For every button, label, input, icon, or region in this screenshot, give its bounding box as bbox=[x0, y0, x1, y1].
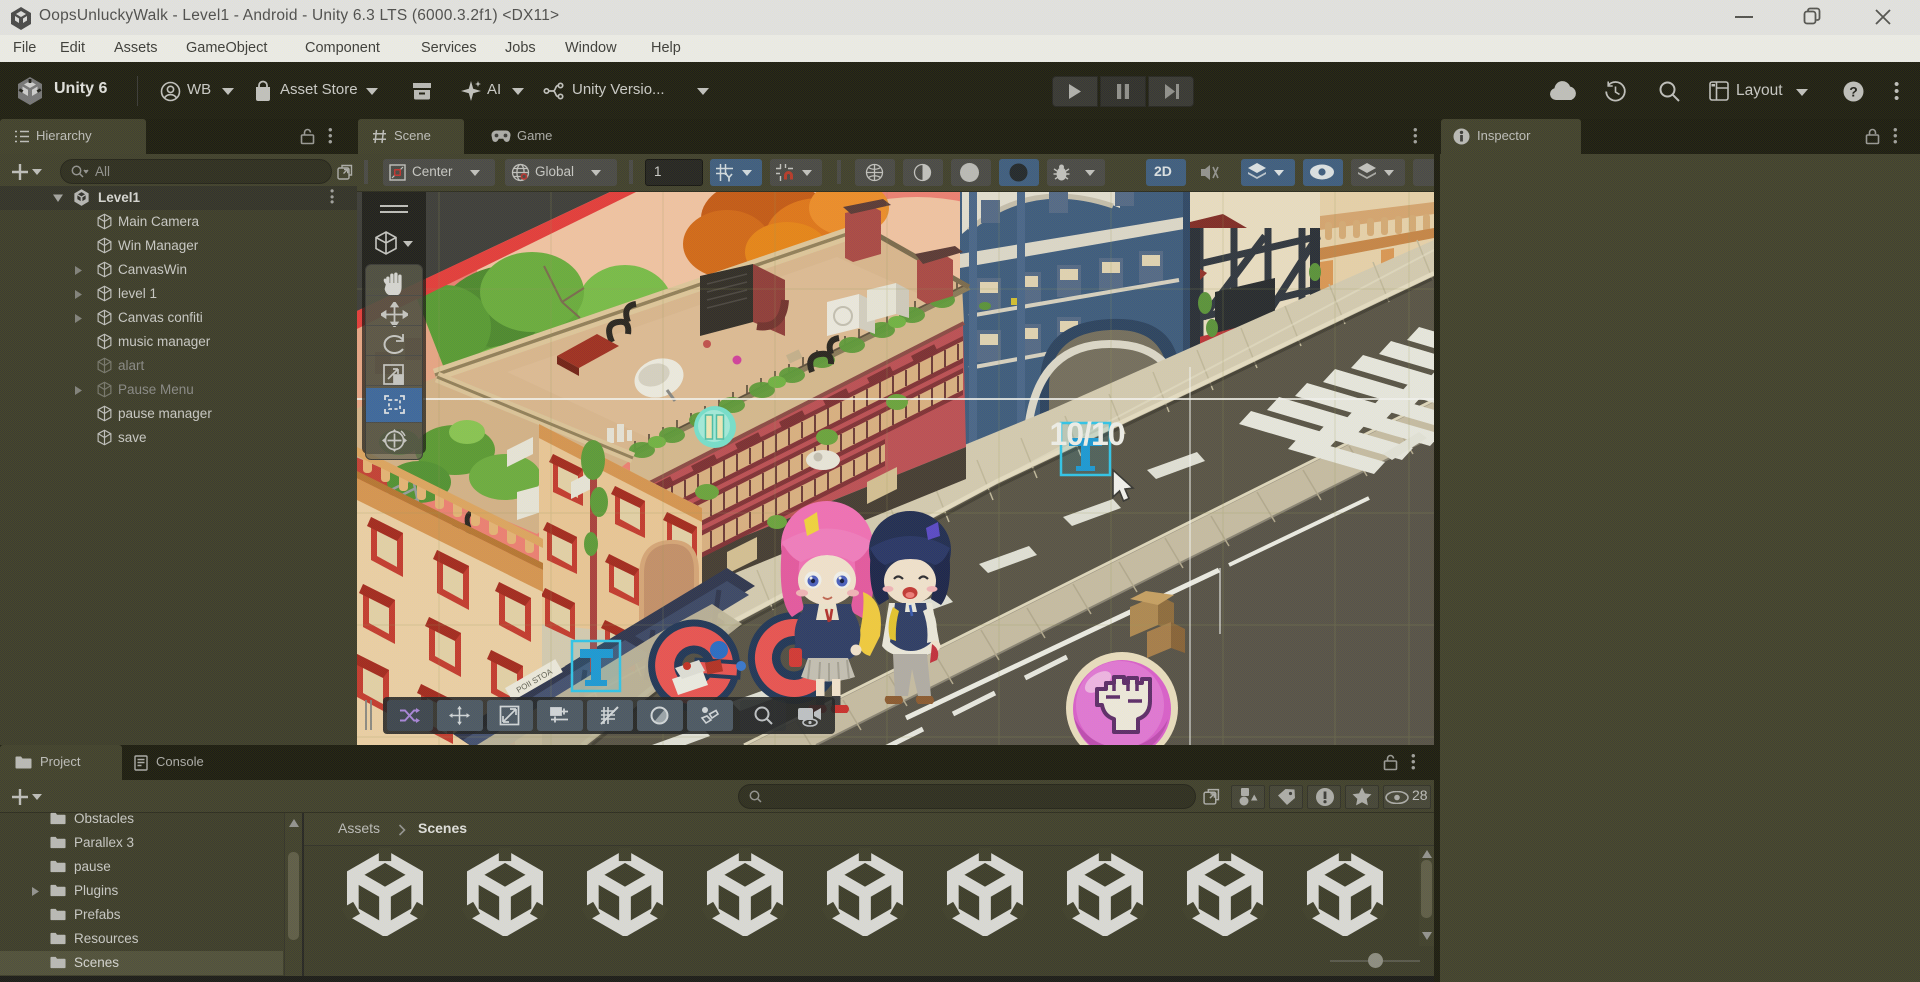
svg-text:?: ? bbox=[1849, 84, 1858, 100]
svg-text:10/10: 10/10 bbox=[1049, 416, 1124, 452]
